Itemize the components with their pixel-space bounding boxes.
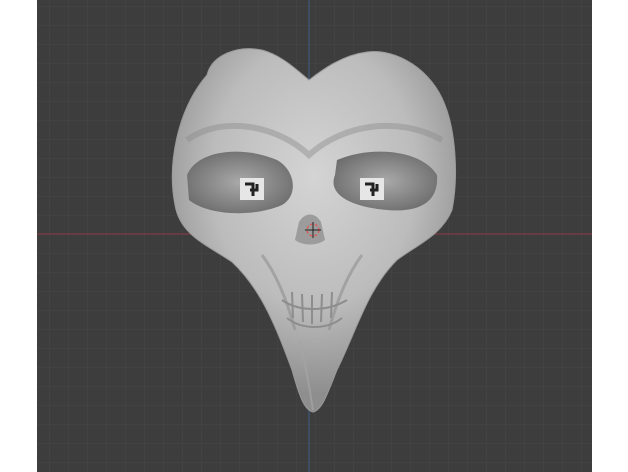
eye-marker-icon	[240, 178, 264, 200]
3d-viewport[interactable]	[37, 0, 592, 472]
eye-marker-icon	[360, 178, 384, 200]
left-eye-socket	[187, 151, 293, 214]
viewport-canvas	[37, 0, 592, 472]
